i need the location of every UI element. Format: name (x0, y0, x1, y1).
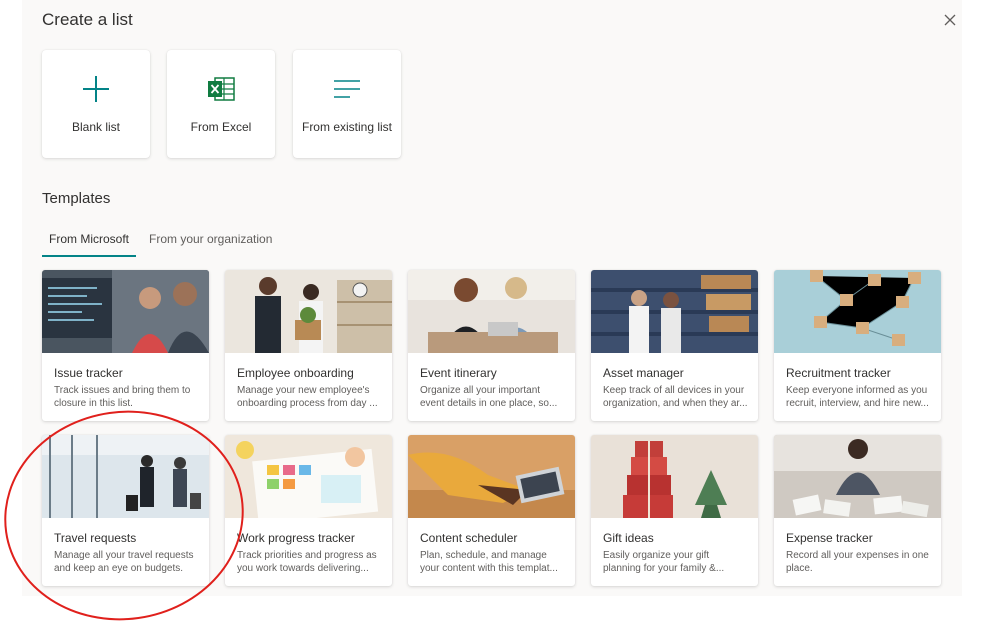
employee-onboarding-image (225, 270, 392, 353)
template-name: Expense tracker (786, 531, 873, 545)
template-card-issue-tracker[interactable]: Issue tracker Track issues and bring the… (42, 270, 209, 421)
template-description: Track issues and bring them to closure i… (54, 385, 191, 409)
template-name: Employee onboarding (237, 366, 354, 380)
dialog-title: Create a list (42, 10, 133, 29)
template-description: Organize all your important event detail… (420, 385, 558, 409)
template-description: Easily organize your gift planning for y… (603, 550, 725, 574)
asset-manager-image (591, 270, 758, 353)
tab-from-your-organization[interactable]: From your organization (149, 232, 272, 246)
template-card-expense-tracker[interactable]: Expense tracker Record all your expenses… (774, 435, 941, 586)
tab-from-microsoft[interactable]: From Microsoft (49, 232, 129, 246)
from-existing-list-label: From existing list (301, 120, 393, 134)
template-card-work-progress-tracker[interactable]: Work progress tracker Track priorities a… (225, 435, 392, 586)
template-card-travel-requests[interactable]: Travel requests Manage all your travel r… (42, 435, 209, 586)
template-description: Manage all your travel requests and keep… (54, 550, 194, 574)
gift-ideas-image (591, 435, 758, 518)
template-description: Track priorities and progress as you wor… (237, 550, 377, 574)
template-card-content-scheduler[interactable]: Content scheduler Plan, schedule, and ma… (408, 435, 575, 586)
template-description: Plan, schedule, and manage your content … (420, 550, 558, 574)
template-description: Record all your expenses in one place. (786, 550, 929, 574)
template-card-event-itinerary[interactable]: Event itinerary Organize all your import… (408, 270, 575, 421)
work-progress-tracker-image (225, 435, 392, 518)
templates-heading: Templates (42, 190, 111, 207)
template-name: Content scheduler (420, 531, 518, 545)
template-description: Keep track of all devices in your organi… (603, 385, 748, 409)
recruitment-tracker-image (774, 270, 941, 353)
travel-requests-image (42, 435, 209, 518)
template-name: Gift ideas (603, 531, 654, 545)
issue-tracker-image (42, 270, 209, 353)
from-existing-list-button[interactable]: From existing list (293, 50, 401, 158)
template-description: Keep everyone informed as you recruit, i… (786, 385, 929, 409)
from-excel-label: From Excel (190, 120, 252, 134)
lines-icon (334, 80, 360, 98)
template-name: Work progress tracker (237, 531, 355, 545)
template-name: Issue tracker (54, 366, 123, 380)
from-excel-button[interactable]: From Excel (167, 50, 275, 158)
template-card-gift-ideas[interactable]: Gift ideas Easily organize your gift pla… (591, 435, 758, 586)
plus-icon (83, 76, 109, 102)
create-list-dialog: Create a list Blank list From Excel From… (22, 0, 962, 596)
template-description: Manage your new employee's onboarding pr… (237, 385, 378, 409)
event-itinerary-image (408, 270, 575, 353)
template-name: Event itinerary (420, 366, 497, 380)
template-name: Asset manager (603, 366, 684, 380)
template-name: Travel requests (54, 531, 137, 545)
template-card-employee-onboarding[interactable]: Employee onboarding Manage your new empl… (225, 270, 392, 421)
expense-tracker-image (774, 435, 941, 518)
blank-list-label: Blank list (71, 120, 121, 134)
close-icon[interactable] (942, 12, 958, 28)
excel-icon (208, 77, 235, 101)
template-card-asset-manager[interactable]: Asset manager Keep track of all devices … (591, 270, 758, 421)
content-scheduler-image (408, 435, 575, 518)
template-card-recruitment-tracker[interactable]: Recruitment tracker Keep everyone inform… (774, 270, 941, 421)
tab-selected-indicator (42, 255, 136, 257)
template-name: Recruitment tracker (786, 366, 891, 380)
blank-list-button[interactable]: Blank list (42, 50, 150, 158)
